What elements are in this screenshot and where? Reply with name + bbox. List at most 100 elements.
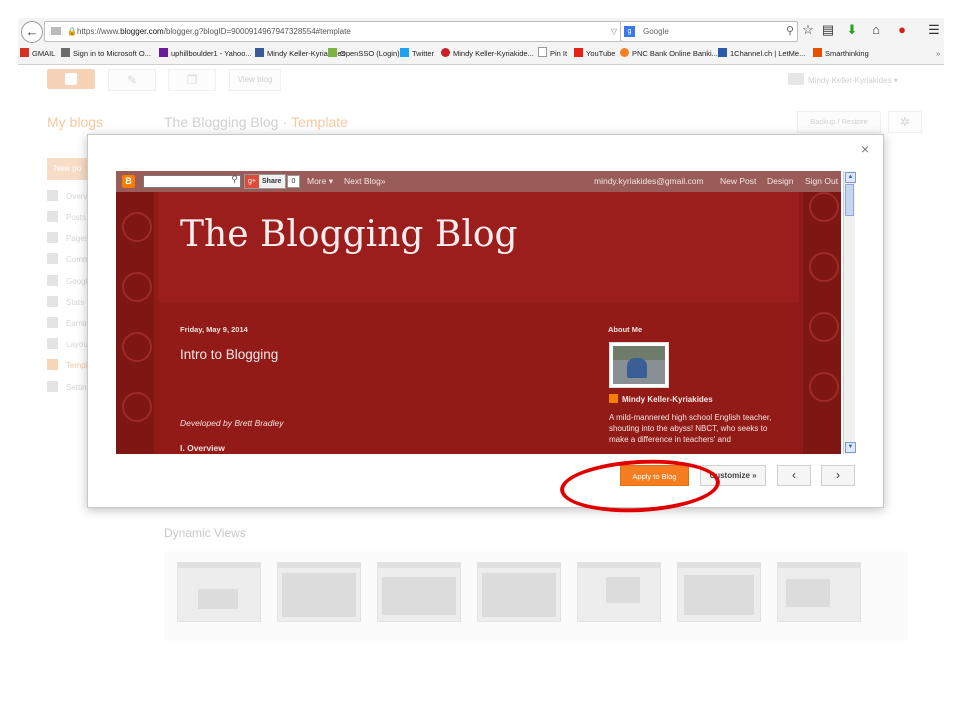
template-thumbnail[interactable] — [377, 562, 461, 622]
google-icon: g — [624, 26, 635, 37]
breadcrumb-blog[interactable]: The Blogging Blog — [164, 114, 278, 130]
comment-icon — [47, 253, 58, 264]
preview-share-button[interactable]: g+ Share — [244, 174, 286, 189]
bookmark-item[interactable]: Sign in to Microsoft O... — [61, 45, 151, 63]
preview-blog-header: The Blogging Blog — [158, 192, 799, 302]
microsoft-icon — [61, 48, 70, 57]
pages-icon — [47, 232, 58, 243]
blogger-logo-button[interactable] — [47, 69, 95, 89]
home-icon — [47, 190, 58, 201]
post-byline: Developed by Brett Bradley — [180, 418, 284, 428]
bookmark-item[interactable]: YouTube — [574, 45, 615, 63]
backup-restore-button[interactable]: Backup / Restore — [797, 111, 881, 133]
dynamic-views-gallery — [164, 551, 908, 641]
download-icon[interactable]: ⬇ — [844, 22, 860, 38]
preview-right-pattern — [803, 192, 841, 454]
pencil-icon: ✎ — [126, 73, 138, 87]
template-thumbnail[interactable] — [477, 562, 561, 622]
menu-icon[interactable]: ☰ — [926, 22, 942, 38]
breadcrumb-separator: · — [282, 114, 288, 130]
bookmark-item[interactable]: Pin It — [538, 45, 567, 63]
post-title[interactable]: Intro to Blogging — [180, 347, 278, 362]
back-button[interactable]: ← — [21, 21, 43, 43]
account-menu[interactable]: Mindy Keller-Kyriakides ▾ — [788, 73, 898, 85]
template-thumbnail[interactable] — [577, 562, 661, 622]
browser-chrome: ← 🔒 https://www.blogger.com/blogger.g?bl… — [18, 18, 944, 65]
bookmark-item[interactable]: uphillboulder1 - Yahoo... — [159, 45, 252, 63]
home-icon[interactable]: ⌂ — [868, 22, 884, 38]
smarthinking-icon — [813, 48, 822, 57]
preview-scrollbar[interactable]: ▲ ▼ — [843, 171, 856, 454]
view-blog-button[interactable]: View blog — [229, 69, 281, 91]
template-thumbnail[interactable] — [777, 562, 861, 622]
new-post-pencil-button[interactable]: ✎ — [108, 69, 156, 91]
scroll-down-icon[interactable]: ▼ — [845, 442, 856, 453]
bookmark-item[interactable]: 1Channel.ch | LetMe... — [718, 45, 805, 63]
preview-more-menu[interactable]: More ▾ — [307, 171, 333, 192]
profile-photo[interactable] — [609, 342, 669, 388]
stats-icon — [47, 296, 58, 307]
close-icon[interactable]: × — [861, 141, 869, 157]
chevron-down-icon: ▾ — [893, 76, 898, 85]
page-icon — [538, 47, 547, 57]
template-thumbnail[interactable] — [177, 562, 261, 622]
search-icon[interactable]: ⚲ — [231, 174, 238, 185]
preview-main-content: Friday, May 9, 2014 Intro to Blogging De… — [158, 302, 799, 454]
clipboard-icon[interactable]: ▤ — [820, 22, 836, 38]
bookmarks-overflow-icon[interactable]: » — [936, 45, 940, 63]
post-section-heading: I. Overview — [180, 443, 225, 453]
bookmark-item[interactable]: Smarthinking — [813, 45, 869, 63]
breadcrumb-current: Template — [291, 114, 348, 130]
preview-search-input[interactable]: ⚲ — [143, 174, 241, 188]
layout-icon — [47, 338, 58, 349]
scroll-up-icon[interactable]: ▲ — [845, 172, 856, 183]
search-placeholder: Google — [643, 27, 669, 36]
preview-design-link[interactable]: Design — [767, 171, 793, 192]
opensso-icon — [328, 48, 337, 57]
profile-bio: A mild-mannered high school English teac… — [609, 413, 772, 444]
pages-icon: ❐ — [186, 73, 198, 87]
previous-template-button[interactable]: ‹ — [777, 465, 811, 486]
gear-icon: ✲ — [899, 115, 911, 129]
search-bar[interactable]: g Google ⚲ — [620, 21, 798, 42]
next-template-button[interactable]: › — [821, 465, 855, 486]
lock-icon: 🔒 — [67, 27, 77, 36]
settings-button[interactable]: ✲ — [888, 111, 922, 133]
preview-sign-out-link[interactable]: Sign Out — [805, 171, 838, 192]
onechannel-icon — [718, 48, 727, 57]
template-thumbnail[interactable] — [677, 562, 761, 622]
preview-blog-title[interactable]: The Blogging Blog — [180, 214, 518, 255]
blogger-icon — [65, 73, 77, 85]
wrench-icon — [47, 381, 58, 392]
search-icon[interactable]: ⚲ — [786, 22, 794, 41]
blogger-icon[interactable]: B — [122, 175, 135, 188]
preview-next-blog-link[interactable]: Next Blog» — [344, 171, 386, 192]
bookmark-item[interactable]: PNC Bank Online Banki... — [620, 45, 718, 63]
bookmarks-bar: GMAIL Sign in to Microsoft O... uphillbo… — [18, 45, 944, 63]
preview-navbar: B ⚲ g+ Share 0 More ▾ Next Blog» mindy.ky… — [116, 171, 841, 192]
breadcrumb: The Blogging Blog · Template — [164, 114, 348, 130]
dropdown-caret-icon[interactable]: ▽ — [611, 22, 617, 41]
address-url: https://www.blogger.com/blogger.g?blogID… — [77, 27, 351, 36]
avatar — [788, 73, 804, 85]
scrollbar-thumb[interactable] — [845, 184, 854, 216]
post-date: Friday, May 9, 2014 — [180, 325, 248, 334]
my-blogs-link[interactable]: My blogs — [47, 114, 103, 130]
dynamic-views-heading: Dynamic Views — [164, 526, 246, 540]
template-thumbnail[interactable] — [277, 562, 361, 622]
pages-button[interactable]: ❐ — [168, 69, 216, 91]
page-icon — [51, 27, 61, 35]
profile-name-link[interactable]: Mindy Keller-Kyriakides — [609, 394, 713, 404]
bookmark-item[interactable]: OpenSSO (Login) — [328, 45, 400, 63]
preview-new-post-link[interactable]: New Post — [720, 171, 756, 192]
bookmark-item[interactable]: Mindy Keller-Kyriakide... — [441, 45, 534, 63]
address-bar[interactable]: 🔒 https://www.blogger.com/blogger.g?blog… — [44, 21, 636, 42]
addon-icon[interactable]: ● — [894, 22, 910, 38]
about-me-heading: About Me — [608, 325, 643, 334]
bookmark-star-icon[interactable]: ☆ — [800, 22, 816, 38]
blogger-icon — [609, 394, 618, 403]
bookmark-item[interactable]: GMAIL — [20, 45, 55, 63]
template-preview-dialog: × B ⚲ g+ Share 0 More ▾ Next Blog» mindy.… — [87, 134, 884, 508]
bookmark-item[interactable]: Twitter — [400, 45, 434, 63]
trophy-icon — [47, 317, 58, 328]
